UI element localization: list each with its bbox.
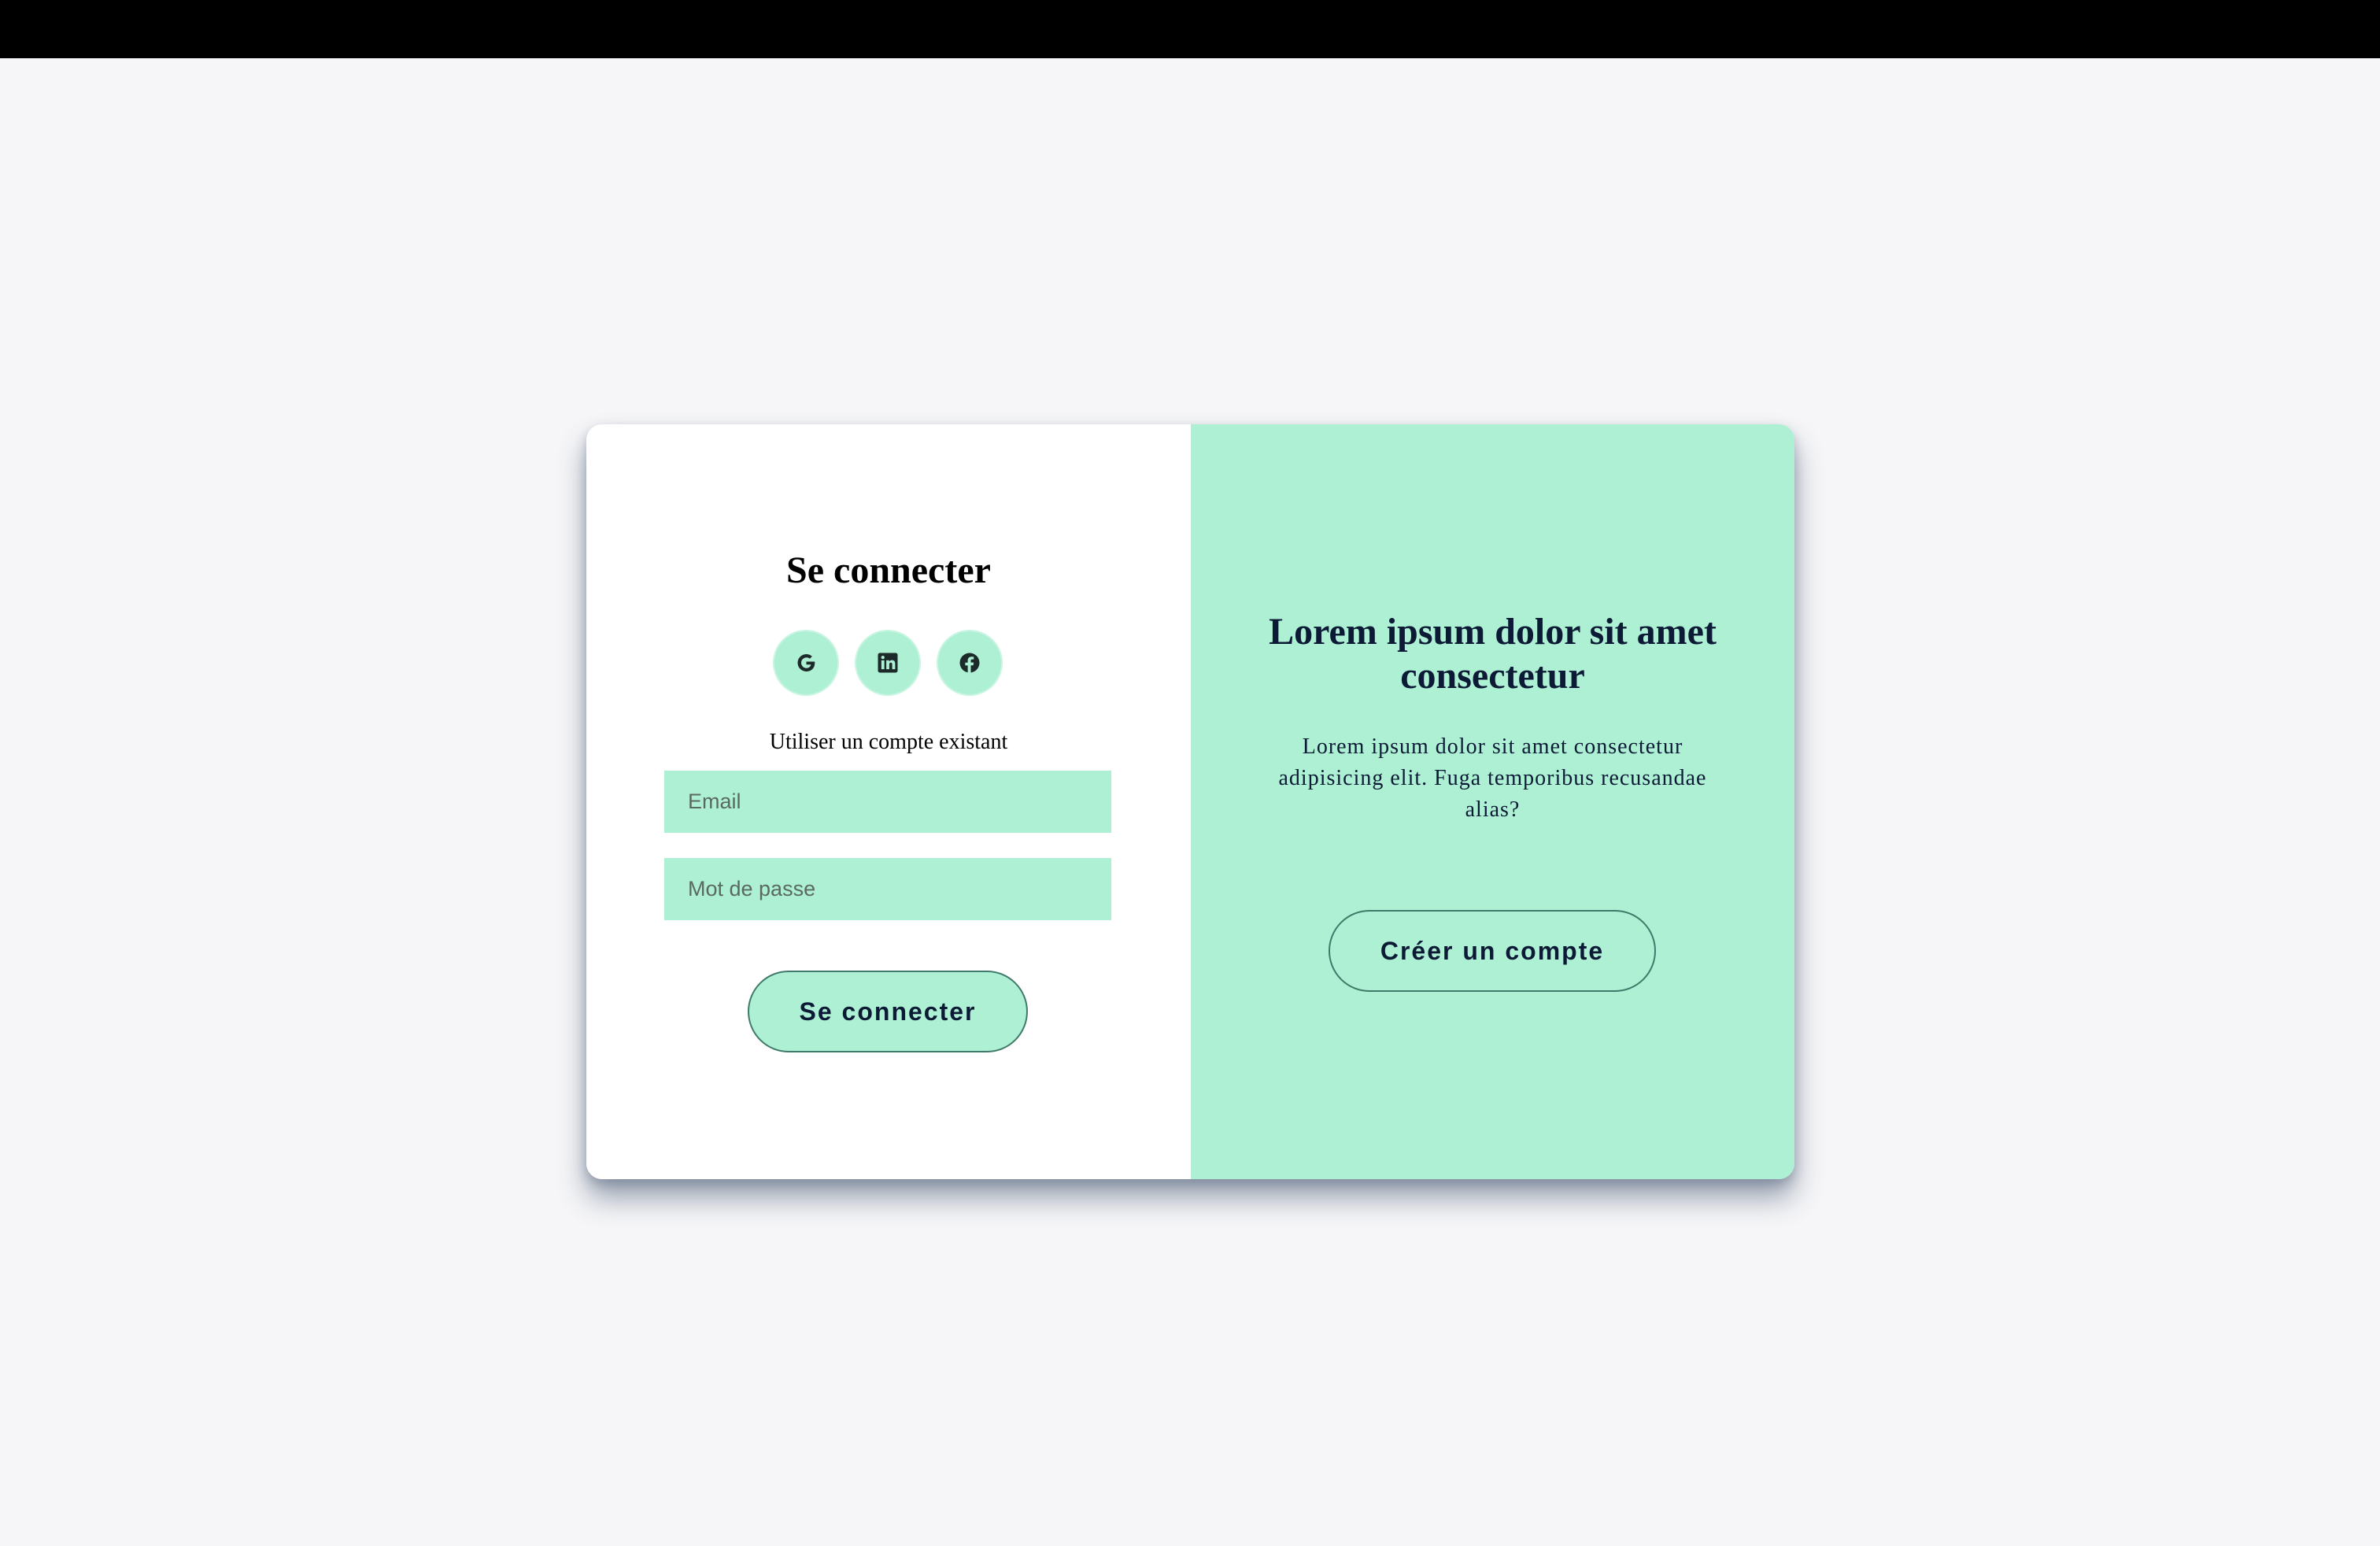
linkedin-icon xyxy=(878,653,898,673)
facebook-login-button[interactable] xyxy=(938,631,1001,694)
login-title: Se connecter xyxy=(786,549,991,591)
email-field[interactable] xyxy=(664,771,1111,833)
signup-promo-panel: Lorem ipsum dolor sit amet consectetur L… xyxy=(1191,424,1794,1179)
promo-title: Lorem ipsum dolor sit amet consectetur xyxy=(1269,611,1717,697)
login-button[interactable]: Se connecter xyxy=(748,971,1028,1052)
promo-text: Lorem ipsum dolor sit amet consectetur a… xyxy=(1278,734,1707,822)
create-account-button[interactable]: Créer un compte xyxy=(1329,910,1656,992)
linkedin-login-button[interactable] xyxy=(856,631,919,694)
password-field[interactable] xyxy=(664,858,1111,920)
google-icon xyxy=(797,654,815,671)
google-login-button[interactable] xyxy=(774,631,837,694)
social-login-row xyxy=(774,631,1001,694)
auth-card: Se connecter Utiliser un compte existant… xyxy=(586,424,1794,1179)
existing-account-label: Utiliser un compte existant xyxy=(769,730,1008,754)
facebook-icon xyxy=(959,653,980,673)
window-top-bar xyxy=(0,0,2380,58)
login-panel: Se connecter Utiliser un compte existant… xyxy=(586,424,1191,1179)
